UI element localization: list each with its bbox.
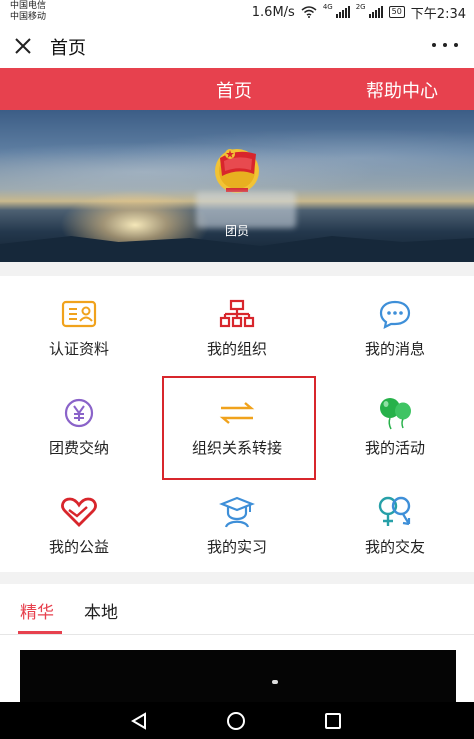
highlight-box — [162, 376, 316, 480]
carrier-1: 中国电信 — [10, 1, 47, 11]
carrier-info: 中国电信 中国移动 — [10, 1, 46, 23]
grid-item-my-organization[interactable]: 我的组织 — [158, 276, 316, 374]
grid-item-my-charity[interactable]: 我的公益 — [0, 474, 158, 572]
grid-item-my-internship[interactable]: 我的实习 — [158, 474, 316, 572]
grid-item-label: 认证资料 — [48, 340, 109, 358]
tab-local[interactable]: 本地 — [84, 598, 118, 623]
video-thumbnail[interactable] — [20, 650, 456, 702]
close-icon[interactable] — [12, 35, 34, 57]
org-chart-icon — [217, 296, 257, 332]
network-type-1: 4G — [322, 3, 333, 11]
grid-item-certification[interactable]: 认证资料 — [0, 276, 158, 374]
friends-icon — [375, 494, 415, 530]
clock: 下午2:34 — [410, 6, 466, 22]
graduate-icon — [217, 494, 257, 530]
status-indicators: 1.6M/s 4G 2G 50 下午2:34 — [251, 3, 466, 22]
active-tab-indicator — [18, 631, 62, 634]
heart-hand-icon — [59, 494, 99, 530]
grid-item-my-activities[interactable]: 我的活动 — [316, 375, 474, 473]
grid-item-label: 我的活动 — [364, 439, 425, 457]
balloons-icon — [375, 395, 415, 431]
member-role: 团员 — [224, 224, 249, 238]
tab-featured[interactable]: 精华 — [20, 598, 54, 623]
id-card-icon — [59, 296, 99, 332]
yuan-coin-icon — [59, 395, 99, 431]
top-nav: 首页 帮助中心 — [0, 68, 474, 110]
league-emblem-icon — [206, 140, 268, 198]
content-section: 精华 本地 — [0, 584, 474, 702]
title-bar: 首页 — [0, 24, 474, 68]
signal-icon — [335, 6, 350, 18]
home-icon[interactable] — [227, 712, 245, 730]
grid-item-label: 我的组织 — [206, 340, 267, 358]
grid-item-my-friends[interactable]: 我的交友 — [316, 474, 474, 572]
grid-item-league-fee[interactable]: 团费交纳 — [0, 375, 158, 473]
more-icon[interactable] — [432, 38, 458, 52]
system-nav-bar — [0, 702, 474, 739]
carrier-2: 中国移动 — [10, 12, 47, 22]
tab-divider — [0, 634, 474, 635]
recent-apps-icon[interactable] — [325, 713, 341, 729]
network-type-2: 2G — [355, 3, 366, 11]
grid-item-my-messages[interactable]: 我的消息 — [316, 276, 474, 374]
grid-item-label: 我的公益 — [48, 538, 109, 556]
page-title: 首页 — [50, 38, 86, 59]
video-light-spot — [272, 680, 278, 684]
grid-item-label: 我的实习 — [206, 538, 267, 556]
message-icon — [375, 296, 415, 332]
signal-icon-2 — [368, 6, 383, 18]
back-icon[interactable] — [130, 712, 148, 734]
grid-item-label: 我的交友 — [364, 538, 425, 556]
status-bar: 中国电信 中国移动 1.6M/s 4G 2G 50 下午2:34 — [0, 0, 474, 24]
network-speed: 1.6M/s — [251, 4, 295, 20]
wifi-icon — [301, 6, 317, 18]
grid-item-label: 团费交纳 — [48, 439, 109, 457]
profile-banner: 团员 — [0, 110, 474, 262]
grid-item-label: 我的消息 — [364, 340, 425, 358]
nav-home-link[interactable]: 首页 — [216, 77, 252, 103]
battery-icon: 50 — [388, 6, 405, 18]
nav-help-link[interactable]: 帮助中心 — [366, 77, 438, 103]
